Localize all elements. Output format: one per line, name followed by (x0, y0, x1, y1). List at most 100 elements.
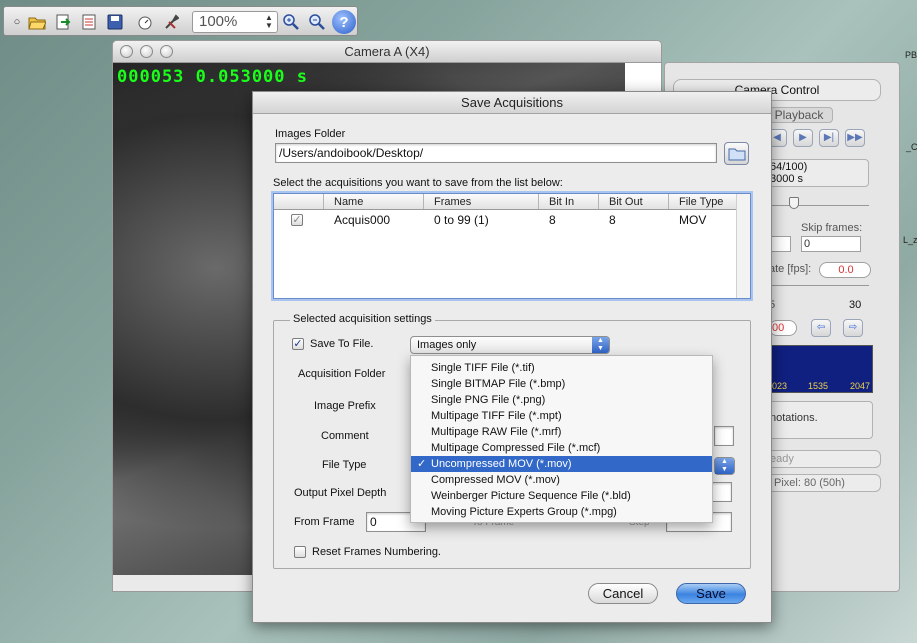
play-icon[interactable]: ▶ (793, 129, 813, 147)
arrow-left-icon[interactable]: ⇦ (811, 319, 831, 337)
help-icon[interactable]: ? (332, 10, 356, 34)
save-to-file-checkbox[interactable]: ✓ (292, 338, 304, 350)
arrow-right-icon[interactable]: ⇨ (843, 319, 863, 337)
table-row[interactable]: ✓ Acquis000 0 to 99 (1) 8 8 MOV (274, 210, 750, 230)
menu-item[interactable]: Single TIFF File (*.tif) (411, 360, 712, 376)
zoom-stepper[interactable]: ▲ ▼ (263, 14, 275, 30)
menu-item[interactable]: Single BITMAP File (*.bmp) (411, 376, 712, 392)
frame-info-line2: 3000 s (770, 173, 804, 185)
circle-icon[interactable]: ○ (6, 11, 28, 33)
zoom-level-value: 100% (199, 13, 238, 30)
rate-label: ate [fps]: (769, 263, 812, 275)
stopwatch-icon[interactable] (134, 11, 156, 33)
red-value-field[interactable]: 00 (769, 320, 797, 336)
camera-window-titlebar[interactable]: Camera A (X4) (113, 41, 661, 63)
acquisition-folder-label: Acquisition Folder (298, 368, 386, 380)
skip-frames-label: Skip frames: (801, 222, 863, 234)
menu-item[interactable]: ✓ Uncompressed MOV (*.mov) (411, 456, 712, 472)
frame-counter-overlay: 000053 0.053000 s (117, 67, 308, 87)
save-mode-popup[interactable]: Images only ▲ ▼ (410, 336, 610, 354)
column-header-bit-in[interactable]: Bit In (539, 194, 599, 209)
comment-input[interactable] (714, 426, 734, 446)
dialog-title[interactable]: Save Acquisitions (253, 92, 771, 114)
browse-folder-button[interactable] (724, 142, 749, 165)
edge-label-2: _C (906, 142, 917, 152)
menu-item[interactable]: Multipage RAW File (*.mrf) (411, 424, 712, 440)
image-prefix-label: Image Prefix (314, 400, 376, 412)
row-checkbox[interactable]: ✓ (291, 214, 303, 226)
output-pixel-depth-label: Output Pixel Depth (294, 487, 387, 499)
table-scrollbar[interactable] (736, 194, 750, 298)
open-folder-icon[interactable] (26, 11, 48, 33)
status-ready-text: eady (770, 453, 794, 465)
zoom-out-icon[interactable] (306, 11, 328, 33)
camera-window-title: Camera A (X4) (344, 44, 430, 59)
row-checkbox-cell: ✓ (274, 210, 324, 230)
frame-info-line1: 64/100) (770, 161, 808, 173)
column-header-check[interactable] (274, 194, 324, 209)
column-header-file-type[interactable]: File Type (669, 194, 739, 209)
column-header-bit-out[interactable]: Bit Out (599, 194, 669, 209)
zoom-in-icon[interactable] (280, 11, 302, 33)
export-icon[interactable] (52, 11, 74, 33)
minimize-window-icon[interactable] (140, 45, 153, 58)
menu-item[interactable]: Multipage TIFF File (*.mpt) (411, 408, 712, 424)
menu-item-label: Single TIFF File (*.tif) (431, 362, 535, 374)
frame-slider-track[interactable] (769, 205, 869, 206)
menu-item-label: Compressed MOV (*.mov) (431, 474, 560, 486)
edge-label-3: L_z (903, 235, 917, 245)
file-type-menu: Single TIFF File (*.tif) Single BITMAP Fi… (410, 355, 713, 523)
from-frame-label: From Frame (294, 516, 355, 528)
lut-label-high: 2047 (849, 381, 870, 391)
zoom-window-icon[interactable] (160, 45, 173, 58)
row-bit-out: 8 (609, 213, 616, 227)
column-header-name[interactable]: Name (324, 194, 424, 209)
checkmark-icon: ✓ (417, 458, 427, 470)
lut-histogram[interactable]: 023 1535 2047 (769, 345, 873, 393)
row-name: Acquis000 (334, 213, 391, 227)
lut-label-mid: 1535 (808, 381, 829, 391)
left-field[interactable] (769, 236, 791, 252)
tools-icon[interactable] (160, 11, 182, 33)
table-header: Name Frames Bit In Bit Out File Type (274, 194, 750, 210)
save-icon[interactable] (104, 11, 126, 33)
pixel-info-box: Pixel: 80 (50h) (765, 474, 881, 492)
images-folder-label: Images Folder (275, 128, 346, 140)
menu-item-label: Multipage RAW File (*.mrf) (431, 426, 562, 438)
main-toolbar: ○ 100% ▲ ▼ ? (3, 6, 358, 36)
file-type-popup[interactable]: ▲ ▼ (714, 457, 735, 475)
menu-item[interactable]: Weinberger Picture Sequence File (*.bld) (411, 488, 712, 504)
playback-tab[interactable]: Playback (765, 107, 833, 123)
comment-label: Comment (321, 430, 369, 442)
close-window-icon[interactable] (120, 45, 133, 58)
step-forward-icon[interactable]: ▶| (819, 129, 839, 147)
menu-item[interactable]: Single PNG File (*.png) (411, 392, 712, 408)
rate-input[interactable]: 0.0 (819, 262, 871, 278)
reset-frames-label: Reset Frames Numbering. (312, 546, 441, 558)
menu-item[interactable]: Multipage Compressed File (*.mcf) (411, 440, 712, 456)
frame-slider-thumb[interactable] (789, 197, 799, 209)
menu-item-label: Moving Picture Experts Group (*.mpg) (431, 506, 617, 518)
column-header-frames[interactable]: Frames (424, 194, 539, 209)
stepper-down-icon[interactable]: ▼ (263, 22, 275, 30)
fast-forward-icon[interactable]: ▶▶ (845, 129, 865, 147)
save-to-file-label: Save To File. (310, 338, 374, 350)
menu-item[interactable]: Moving Picture Experts Group (*.mpg) (411, 504, 712, 520)
menu-item[interactable]: Compressed MOV (*.mov) (411, 472, 712, 488)
menu-item-label: Single PNG File (*.png) (431, 394, 546, 406)
select-instruction: Select the acquisitions you want to save… (273, 177, 563, 189)
reset-frames-checkbox[interactable] (294, 546, 306, 558)
images-folder-input[interactable]: /Users/andoibook/Desktop/ (275, 143, 717, 163)
zoom-level-field[interactable]: 100% ▲ ▼ (192, 11, 278, 33)
popup-arrows-icon: ▲ ▼ (592, 337, 609, 353)
skip-frames-input[interactable]: 0 (801, 236, 861, 252)
rate-slider-track[interactable] (769, 285, 869, 286)
list-icon[interactable] (78, 11, 100, 33)
cancel-button[interactable]: Cancel (588, 583, 658, 604)
annotations-box: notations. (765, 401, 873, 439)
status-ready-box: eady (765, 450, 881, 468)
save-button[interactable]: Save (676, 583, 746, 604)
menu-item-label: Weinberger Picture Sequence File (*.bld) (431, 490, 631, 502)
row-bit-in: 8 (549, 213, 556, 227)
edge-label-1: PB (905, 50, 917, 60)
